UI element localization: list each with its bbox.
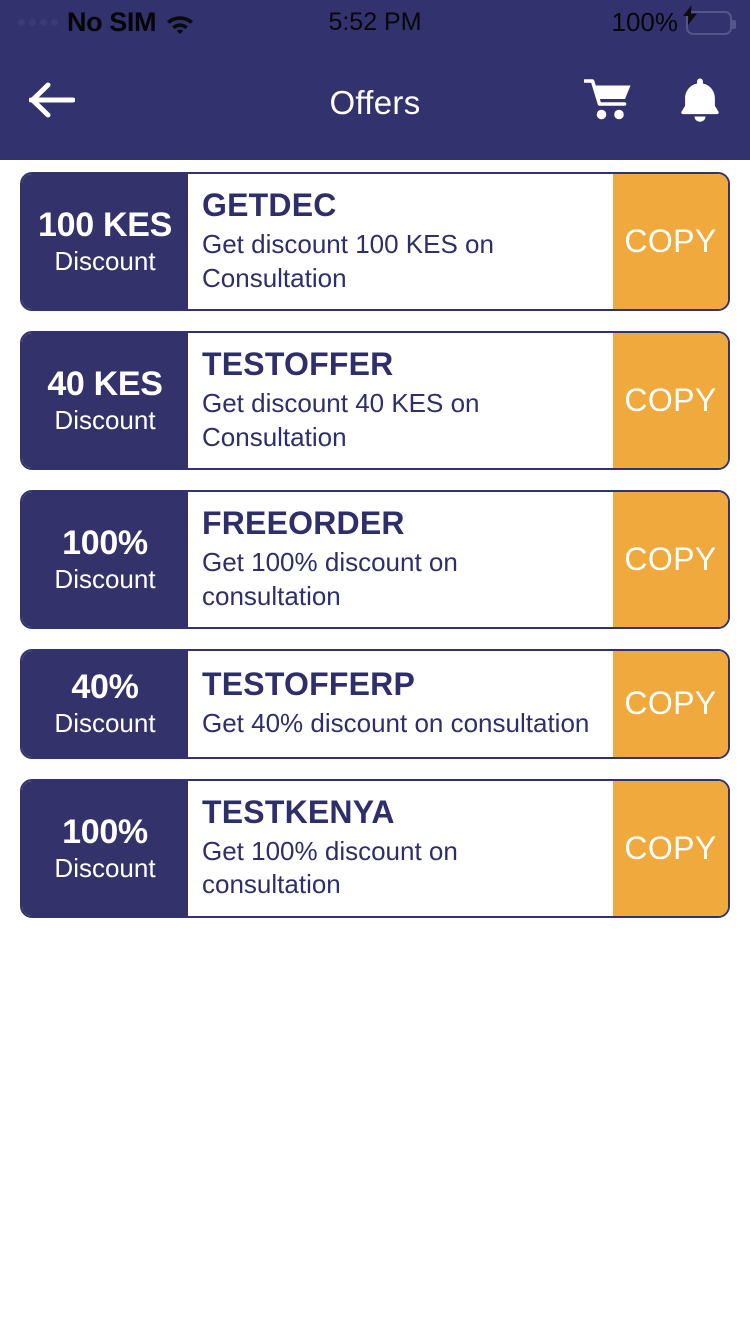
offer-details: TESTOFFER Get discount 40 KES on Consult… bbox=[188, 332, 613, 468]
status-bar: No SIM 5:52 PM 100% bbox=[0, 0, 750, 45]
offer-details: TESTOFFERP Get 40% discount on consultat… bbox=[188, 650, 613, 757]
offer-card: 100 KES Discount GETDEC Get discount 100… bbox=[20, 172, 730, 311]
offer-code: GETDEC bbox=[202, 187, 337, 223]
notification-bell-icon bbox=[679, 77, 721, 128]
offer-amount-value: 100% bbox=[62, 812, 148, 851]
status-bar-left: No SIM bbox=[18, 7, 195, 38]
header-actions bbox=[582, 77, 726, 129]
shopping-cart-icon bbox=[583, 78, 632, 127]
offer-details: TESTKENYA Get 100% discount on consultat… bbox=[188, 780, 613, 916]
offer-amount-value: 40 KES bbox=[47, 364, 163, 403]
offer-code: TESTKENYA bbox=[202, 793, 395, 830]
offer-description: Get discount 100 KES on Consultation bbox=[202, 229, 494, 293]
offer-details: FREEORDER Get 100% discount on consultat… bbox=[188, 491, 613, 627]
offer-description: Get 100% discount on consultation bbox=[202, 836, 458, 900]
offer-discount-badge: 100% Discount bbox=[22, 491, 188, 627]
offer-description: Get 40% discount on consultation bbox=[202, 708, 590, 739]
copy-button[interactable]: COPY bbox=[613, 780, 728, 916]
offer-discount-label: Discount bbox=[54, 404, 156, 435]
offer-description: Get 100% discount on consultation bbox=[202, 547, 458, 611]
offer-discount-label: Discount bbox=[54, 563, 156, 594]
offer-discount-label: Discount bbox=[54, 852, 156, 883]
copy-button[interactable]: COPY bbox=[613, 491, 728, 627]
offer-code: FREEORDER bbox=[202, 504, 405, 541]
offer-code: TESTOFFER bbox=[202, 345, 394, 382]
offers-list: 100 KES Discount GETDEC Get discount 100… bbox=[0, 160, 750, 918]
offer-details: GETDEC Get discount 100 KES on Consultat… bbox=[188, 174, 613, 309]
arrow-left-icon bbox=[28, 81, 76, 124]
offer-amount-value: 100 KES bbox=[38, 205, 172, 244]
wifi-icon bbox=[165, 12, 195, 34]
offer-card: 100% Discount TESTKENYA Get 100% discoun… bbox=[20, 778, 730, 918]
battery-percent-label: 100% bbox=[611, 7, 679, 37]
offer-card: 40 KES Discount TESTOFFER Get discount 4… bbox=[20, 330, 730, 470]
offer-discount-badge: 40 KES Discount bbox=[22, 332, 188, 468]
offer-amount-value: 100% bbox=[62, 523, 148, 562]
copy-button[interactable]: COPY bbox=[613, 174, 728, 309]
offer-code: TESTOFFERP bbox=[202, 665, 415, 702]
signal-strength-icon bbox=[18, 19, 58, 26]
cart-button[interactable] bbox=[582, 77, 634, 129]
notifications-button[interactable] bbox=[674, 77, 726, 129]
copy-button[interactable]: COPY bbox=[613, 332, 728, 468]
offer-discount-label: Discount bbox=[54, 246, 156, 277]
carrier-label: No SIM bbox=[67, 7, 157, 37]
copy-button[interactable]: COPY bbox=[613, 650, 728, 757]
offer-discount-badge: 40% Discount bbox=[22, 650, 188, 757]
offer-card: 40% Discount TESTOFFERP Get 40% discount… bbox=[20, 648, 730, 759]
back-button[interactable] bbox=[24, 75, 80, 131]
battery-charging-icon bbox=[683, 4, 736, 35]
offer-amount-value: 40% bbox=[71, 668, 139, 707]
app-header: Offers bbox=[0, 45, 750, 160]
status-bar-right: 100% bbox=[611, 4, 736, 38]
offer-description: Get discount 40 KES on Consultation bbox=[202, 388, 480, 452]
offer-card: 100% Discount FREEORDER Get 100% discoun… bbox=[20, 489, 730, 629]
offer-discount-label: Discount bbox=[54, 708, 156, 739]
offer-discount-badge: 100% Discount bbox=[22, 780, 188, 916]
offer-discount-badge: 100 KES Discount bbox=[22, 174, 188, 309]
